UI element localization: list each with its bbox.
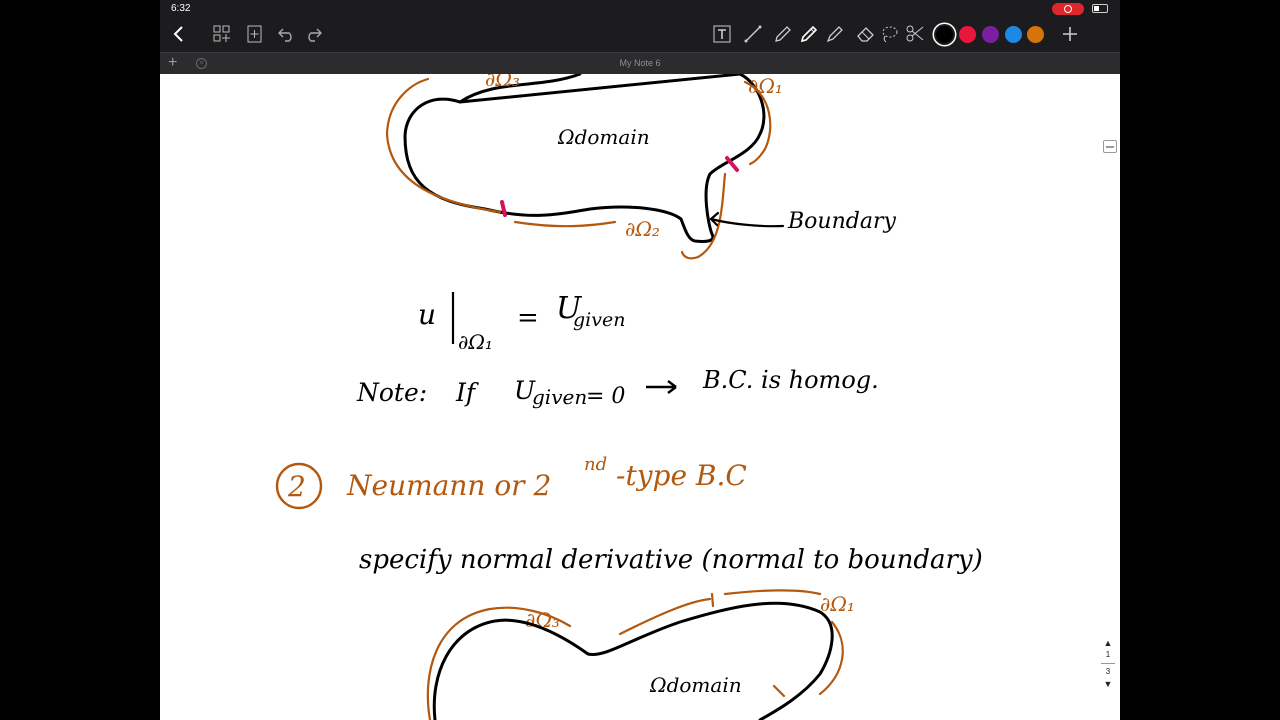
add-button[interactable] xyxy=(1057,20,1083,48)
page-up-icon[interactable]: ▲ xyxy=(1098,638,1118,648)
equation-sub: ∂Ω₁ xyxy=(458,330,493,354)
section-title-sup: nd xyxy=(584,454,607,475)
highlighter-tool-button[interactable] xyxy=(822,20,848,48)
note-if: If xyxy=(455,378,479,407)
bottom-boundary-part-3 xyxy=(426,597,712,720)
note-result: B.C. is homog. xyxy=(702,366,879,394)
note-eq: = 0 xyxy=(586,384,625,409)
redo-button[interactable] xyxy=(300,20,326,48)
lasso-icon xyxy=(882,26,898,43)
highlighter-icon xyxy=(826,26,843,43)
color-swatch-red[interactable] xyxy=(959,26,976,43)
label-domain-bottom: Ωdomain xyxy=(649,673,742,697)
page-add-button[interactable] xyxy=(242,20,268,48)
note-u-sub: given xyxy=(532,385,587,409)
domain-outline-top xyxy=(403,74,766,243)
page-down-icon[interactable]: ▼ xyxy=(1098,679,1118,689)
notes-app: 6:32 + × My Note 6 ∂Ω₃ ∂Ω₁ ∂Ω₂ Ωdomain B… xyxy=(160,0,1120,720)
plus-icon xyxy=(1063,27,1077,41)
section-title-b: -type B.C xyxy=(616,459,747,492)
pen-tool-button[interactable] xyxy=(796,20,822,48)
pager-divider xyxy=(1101,663,1115,664)
battery-icon xyxy=(1092,4,1108,13)
current-page: 1 xyxy=(1105,650,1111,659)
undo-button[interactable] xyxy=(274,20,300,48)
color-swatch-blue[interactable] xyxy=(1005,26,1022,43)
grid-add-button[interactable] xyxy=(209,20,235,48)
line-tool-icon xyxy=(744,25,762,43)
note-canvas[interactable]: ∂Ω₃ ∂Ω₁ ∂Ω₂ Ωdomain Boundary u ∂Ω₁ = U g… xyxy=(160,74,1120,720)
chevron-left-icon xyxy=(173,26,183,42)
color-swatch-black[interactable] xyxy=(936,26,953,43)
equation-rhs-sub: given xyxy=(573,309,625,331)
label-bottom-boundary-right: ∂Ω₁ xyxy=(820,592,855,616)
lasso-tool-button[interactable] xyxy=(876,20,902,48)
page-add-icon xyxy=(247,25,262,43)
screen-recording-indicator[interactable] xyxy=(1052,3,1084,15)
label-boundary: Boundary xyxy=(787,209,896,234)
pencil-tool-button[interactable] xyxy=(770,20,796,48)
label-boundary-top-left: ∂Ω₃ xyxy=(485,74,520,91)
equation-equals: = xyxy=(517,303,539,333)
status-time: 6:32 xyxy=(171,3,191,14)
label-boundary-top-right: ∂Ω₁ xyxy=(748,74,783,98)
boundary-arrow xyxy=(709,211,785,228)
text-tool-icon xyxy=(713,25,731,43)
line-tool-button[interactable] xyxy=(740,20,766,48)
section-title-a: Neumann or 2 xyxy=(346,469,551,502)
domain-diagram-bottom xyxy=(426,589,844,720)
equation-lhs: u xyxy=(418,298,436,331)
label-boundary-bottom: ∂Ω₂ xyxy=(625,217,660,241)
text-tool-button[interactable] xyxy=(709,20,735,48)
page-navigator: ▲ 1 3 ▼ xyxy=(1098,638,1118,689)
note-arrow xyxy=(646,380,677,394)
domain-diagram-top xyxy=(385,74,785,260)
scroll-handle[interactable] xyxy=(1103,140,1117,153)
toolbar xyxy=(160,17,1120,52)
domain-outline-bottom xyxy=(432,601,834,720)
color-swatch-purple[interactable] xyxy=(982,26,999,43)
color-swatch-orange[interactable] xyxy=(1027,26,1044,43)
scissors-icon xyxy=(906,25,924,42)
redo-icon xyxy=(308,28,322,42)
eraser-icon xyxy=(857,27,874,42)
total-pages: 3 xyxy=(1105,667,1111,676)
spec-line: specify normal derivative (normal to bou… xyxy=(359,545,983,575)
pen-icon xyxy=(800,25,818,43)
status-bar: 6:32 xyxy=(160,0,1120,17)
note-label: Note: xyxy=(356,378,427,407)
pencil-icon xyxy=(775,26,791,42)
note-title: My Note 6 xyxy=(619,58,661,68)
scissors-tool-button[interactable] xyxy=(902,20,928,48)
back-button[interactable] xyxy=(166,20,192,48)
section-number: 2 xyxy=(287,470,306,503)
undo-icon xyxy=(278,28,292,42)
label-domain-top: Ωdomain xyxy=(557,125,650,149)
grid-add-icon xyxy=(213,25,230,42)
tab-bar: + × My Note 6 xyxy=(160,52,1120,74)
